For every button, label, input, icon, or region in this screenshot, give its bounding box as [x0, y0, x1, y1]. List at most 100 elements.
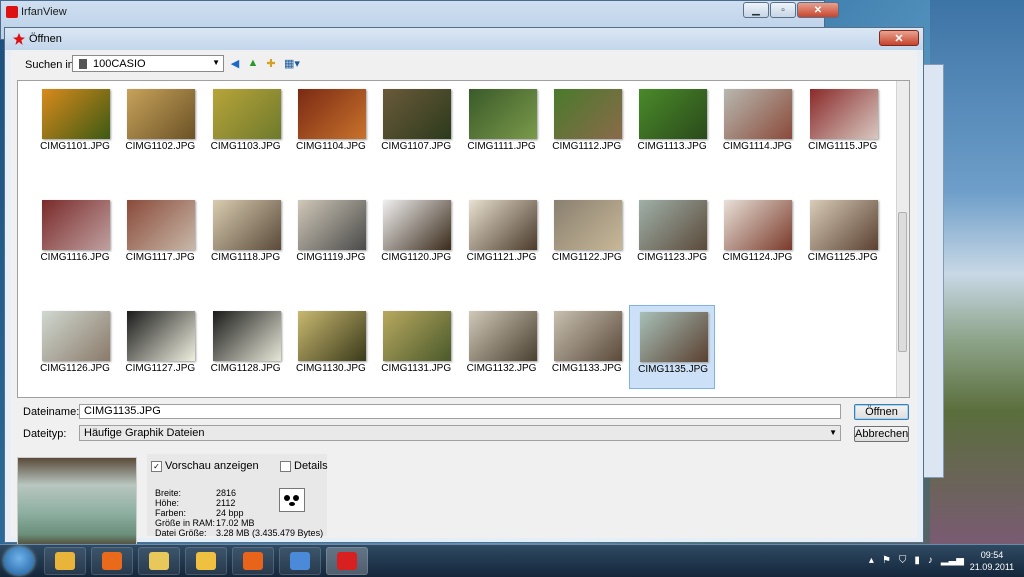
file-name-label: CIMG1125.JPG	[807, 252, 878, 263]
taskbar-app-button[interactable]	[232, 547, 274, 575]
file-thumbnail[interactable]: CIMG1113.JPG	[629, 83, 715, 167]
thumbnail-image	[212, 200, 281, 250]
file-thumbnail[interactable]: CIMG1116.JPG	[32, 194, 118, 278]
file-thumbnail[interactable]: CIMG1131.JPG	[373, 305, 459, 389]
battery-icon[interactable]: ▮	[914, 555, 920, 566]
preview-checkbox[interactable]: ✓ Vorschau anzeigen	[151, 460, 259, 472]
file-thumbnail[interactable]: CIMG1115.JPG	[800, 83, 886, 167]
file-thumbnail[interactable]: CIMG1102.JPG	[117, 83, 203, 167]
file-thumbnail[interactable]: CIMG1132.JPG	[459, 305, 545, 389]
taskbar-app-button[interactable]	[279, 547, 321, 575]
file-list[interactable]: CIMG1135.JPG CIMG1133.JPG CIMG1132.JPG CIMG…	[17, 80, 910, 398]
shield-icon[interactable]: ⛉	[899, 555, 907, 566]
filetype-label: Dateityp:	[23, 428, 67, 440]
thumbnail-image	[383, 311, 452, 361]
info-file-size: Datei Größe: 3.28 MB (3.435.479 Bytes)	[155, 528, 324, 538]
file-name-label: CIMG1114.JPG	[722, 141, 792, 152]
window-icon	[290, 552, 310, 570]
file-name-label: CIMG1130.JPG	[295, 363, 366, 374]
file-thumbnail[interactable]: CIMG1130.JPG	[288, 305, 374, 389]
minimize-button[interactable]: ▁	[743, 2, 769, 18]
thumbnail-image	[127, 89, 196, 139]
file-name-label: CIMG1120.JPG	[381, 252, 452, 263]
clock-date: 21.09.2011	[969, 562, 1015, 572]
dialog-title: Öffnen	[29, 33, 62, 45]
dialog-title-bar: Öffnen ✕	[5, 28, 923, 50]
file-name-label: CIMG1104.JPG	[295, 141, 366, 152]
file-thumbnail[interactable]: CIMG1111.JPG	[459, 83, 545, 167]
file-thumbnail[interactable]: CIMG1127.JPG	[117, 305, 203, 389]
network-icon[interactable]: ▂▃▅	[941, 555, 964, 566]
new-folder-icon[interactable]: ✚	[264, 56, 278, 70]
maximize-button[interactable]: ▫	[770, 2, 796, 18]
filename-label: Dateiname:	[23, 406, 80, 418]
file-name-label: CIMG1132.JPG	[466, 363, 537, 374]
info-colors: Farben: 24 bpp	[155, 508, 244, 518]
back-icon[interactable]: ◀	[228, 56, 242, 70]
filetype-select[interactable]: Häufige Graphik Dateien ▼	[79, 425, 841, 441]
taskbar-app-button[interactable]	[326, 547, 368, 575]
look-in-combo[interactable]: 100CASIO ▼	[72, 55, 224, 72]
file-thumbnail[interactable]: CIMG1124.JPG	[714, 194, 800, 278]
look-in-label: Suchen in:	[25, 59, 77, 71]
file-thumbnail[interactable]: CIMG1107.JPG	[373, 83, 459, 167]
filename-input[interactable]: CIMG1135.JPG	[79, 404, 841, 419]
file-thumbnail[interactable]: CIMG1133.JPG	[544, 305, 630, 389]
file-thumbnail[interactable]: CIMG1118.JPG	[203, 194, 289, 278]
file-thumbnail[interactable]: CIMG1122.JPG	[544, 194, 630, 278]
file-name-label: CIMG1103.JPG	[210, 141, 281, 152]
file-name-label: CIMG1102.JPG	[125, 141, 196, 152]
taskbar-app-button[interactable]	[44, 547, 86, 575]
file-thumbnail[interactable]: CIMG1117.JPG	[117, 194, 203, 278]
irfanview-icon	[337, 552, 357, 570]
thumbnail-image	[809, 200, 878, 250]
flag-icon[interactable]: ⚑	[882, 555, 891, 566]
taskbar-clock[interactable]: 09:54 21.09.2011	[966, 549, 1018, 573]
file-thumbnail[interactable]: CIMG1112.JPG	[544, 83, 630, 167]
firefox-icon	[243, 552, 263, 570]
desktop-wallpaper	[930, 0, 1024, 548]
thumbnail-image	[809, 89, 878, 139]
file-name-label: CIMG1113.JPG	[637, 141, 707, 152]
file-name-label: CIMG1119.JPG	[296, 252, 366, 263]
cancel-button[interactable]: Abbrechen	[854, 426, 909, 442]
file-thumbnail[interactable]: CIMG1119.JPG	[288, 194, 374, 278]
start-button[interactable]	[4, 547, 34, 575]
file-name-label: CIMG1101.JPG	[40, 141, 110, 152]
chevron-down-icon: ▼	[829, 428, 837, 437]
preview-image	[17, 457, 137, 549]
taskbar-app-button[interactable]	[138, 547, 180, 575]
taskbar-app-button[interactable]	[91, 547, 133, 575]
volume-icon[interactable]: ♪	[928, 555, 933, 566]
file-thumbnail[interactable]: CIMG1128.JPG	[203, 305, 289, 389]
file-thumbnail[interactable]: CIMG1104.JPG	[288, 83, 374, 167]
taskbar-app-button[interactable]	[185, 547, 227, 575]
up-folder-icon[interactable]: ▲	[246, 56, 260, 70]
tray-expand-icon[interactable]: ▴	[869, 555, 874, 566]
dialog-close-button[interactable]: ✕	[879, 30, 919, 46]
file-thumbnail[interactable]: CIMG1135.JPG	[629, 305, 716, 389]
file-thumbnail[interactable]: CIMG1103.JPG	[203, 83, 289, 167]
file-thumbnail[interactable]: CIMG1120.JPG	[373, 194, 459, 278]
open-button[interactable]: Öffnen	[854, 404, 909, 420]
file-thumbnail[interactable]: CIMG1126.JPG	[32, 305, 118, 389]
file-thumbnail[interactable]: CIMG1123.JPG	[629, 194, 715, 278]
file-thumbnail[interactable]: CIMG1101.JPG	[32, 83, 118, 167]
file-thumbnail[interactable]: CIMG1125.JPG	[800, 194, 886, 278]
thumbnail-image	[639, 89, 708, 139]
scrollbar-thumb[interactable]	[898, 212, 907, 352]
file-thumbnail[interactable]: CIMG1121.JPG	[459, 194, 545, 278]
folder-icon	[55, 552, 75, 570]
system-tray: ▴ ⚑ ⛉ ▮ ♪ ▂▃▅	[869, 555, 964, 566]
vertical-scrollbar[interactable]	[896, 81, 909, 397]
thumbnail-image	[553, 311, 622, 361]
details-checkbox[interactable]: Details	[280, 460, 328, 472]
thumbnail-image	[127, 311, 196, 361]
details-checkbox-box[interactable]	[280, 460, 291, 472]
view-menu-icon[interactable]: ▦▾	[282, 56, 302, 70]
file-thumbnail[interactable]: CIMG1114.JPG	[714, 83, 800, 167]
thumbnail-image	[42, 89, 110, 139]
preview-checkbox-box[interactable]: ✓	[151, 460, 162, 472]
close-window-button[interactable]: ✕	[797, 2, 839, 18]
thumbnail-image	[640, 312, 709, 362]
